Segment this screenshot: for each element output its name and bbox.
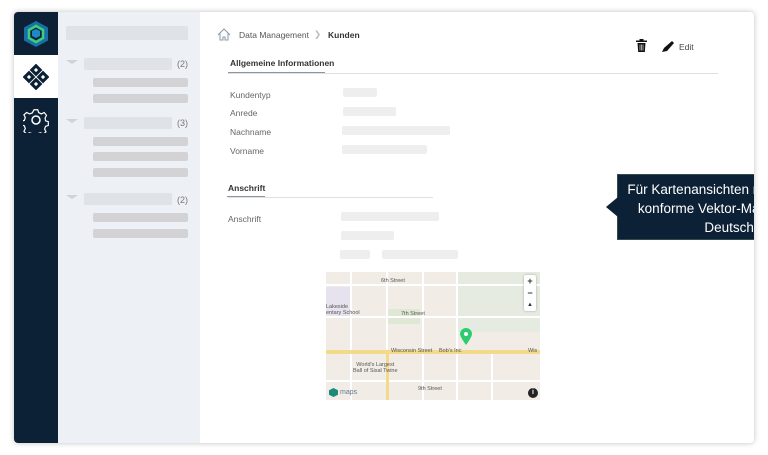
breadcrumb-separator-icon: ❯ [314, 29, 322, 39]
value-vorname [342, 145, 427, 154]
nav-settings[interactable] [14, 98, 58, 141]
tab-underline [227, 196, 265, 197]
map-view[interactable]: 6th Street 7th Street 9th Street Wiscons… [326, 272, 540, 400]
main-content: Data Management ❯ Kunden Edit Allgemeine… [200, 12, 754, 443]
compass-button[interactable]: ▲ [524, 299, 536, 311]
value-kundentyp [343, 88, 377, 97]
tree-item[interactable] [93, 213, 188, 222]
value-anrede [343, 107, 396, 116]
tab-general-info[interactable]: Allgemeine Informationen [230, 58, 334, 68]
breadcrumb-parent[interactable]: Data Management [239, 30, 309, 40]
nav-rail [14, 12, 58, 443]
group-count: (3) [177, 118, 188, 128]
tree-sidebar: (2) (3) (2) [58, 12, 200, 443]
group-count: (2) [177, 195, 188, 205]
value-nachname [342, 126, 450, 135]
tree-group[interactable] [84, 193, 172, 205]
app-logo[interactable] [14, 12, 58, 55]
location-pin-icon[interactable] [460, 328, 472, 345]
value-city [382, 250, 458, 259]
breadcrumb-current: Kunden [328, 30, 360, 40]
value-zip [340, 250, 370, 259]
expand-chevron-icon[interactable] [66, 119, 78, 123]
nav-data-management[interactable] [14, 55, 58, 98]
tree-item[interactable] [93, 94, 188, 103]
modules-icon [23, 63, 49, 90]
trash-icon[interactable] [636, 39, 647, 52]
map-info-button[interactable]: i [528, 388, 538, 398]
edit-button[interactable]: Edit [679, 42, 694, 52]
divider [228, 73, 718, 74]
map-label: Wisconsin Street [391, 348, 433, 354]
info-tooltip: Für Kartenansichten nutzen wir eigene DS… [606, 174, 754, 240]
map-label: World's Largest Ball of Sisal Twine [353, 362, 398, 374]
label-anrede: Anrede [230, 108, 258, 118]
tree-item[interactable] [93, 137, 188, 146]
map-brand: maps [340, 389, 358, 396]
gear-icon [23, 108, 49, 133]
info-icon: i [532, 389, 534, 396]
search-placeholder[interactable] [66, 26, 188, 40]
tree-item[interactable] [93, 152, 188, 161]
map-label: 6th Street [381, 278, 405, 284]
map-label: 7th Street [401, 311, 425, 317]
tree-item[interactable] [93, 78, 188, 87]
divider [228, 197, 433, 198]
tree-item[interactable] [93, 168, 188, 177]
tree-item[interactable] [93, 229, 188, 238]
map-label: 9th Street [418, 386, 442, 392]
label-nachname: Nachname [230, 127, 272, 137]
group-count: (2) [177, 59, 188, 69]
tab-underline [228, 72, 325, 73]
tree-group[interactable] [84, 58, 172, 70]
zoom-out-button[interactable]: − [524, 287, 536, 299]
home-icon[interactable] [217, 28, 231, 41]
map-label: Lakeside entary School [326, 304, 360, 316]
expand-chevron-icon[interactable] [66, 195, 78, 199]
value-street [341, 212, 439, 221]
map-label: Bob's Inc [439, 348, 462, 354]
app-window: (2) (3) (2) Data Management ❯ Kunden Edi… [14, 12, 754, 443]
expand-chevron-icon[interactable] [66, 60, 78, 64]
map-label: Wis [528, 348, 538, 354]
label-anschrift: Anschrift [228, 214, 262, 224]
tab-address[interactable]: Anschrift [228, 183, 265, 193]
pencil-icon[interactable] [661, 40, 675, 53]
value-line2 [341, 231, 394, 240]
map-brand-logo [329, 388, 338, 397]
label-vorname: Vorname [230, 146, 265, 156]
tree-group[interactable] [84, 117, 172, 129]
label-kundentyp: Kundentyp [230, 90, 271, 100]
zoom-in-button[interactable]: + [524, 275, 536, 287]
map-zoom-controls: + − ▲ [524, 275, 536, 311]
